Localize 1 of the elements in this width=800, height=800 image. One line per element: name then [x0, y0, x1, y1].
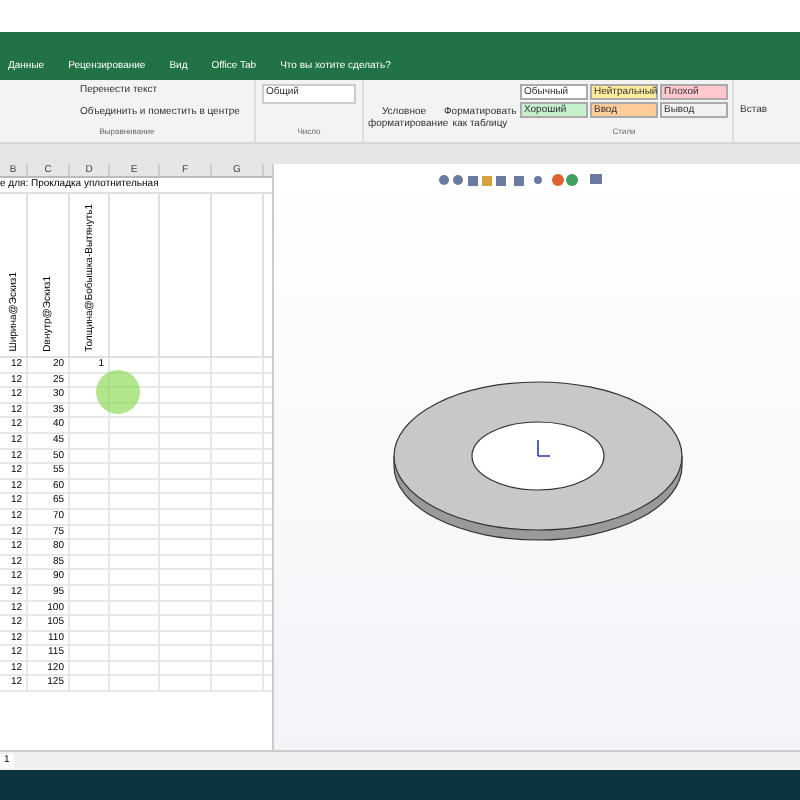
click-highlight [96, 370, 140, 414]
